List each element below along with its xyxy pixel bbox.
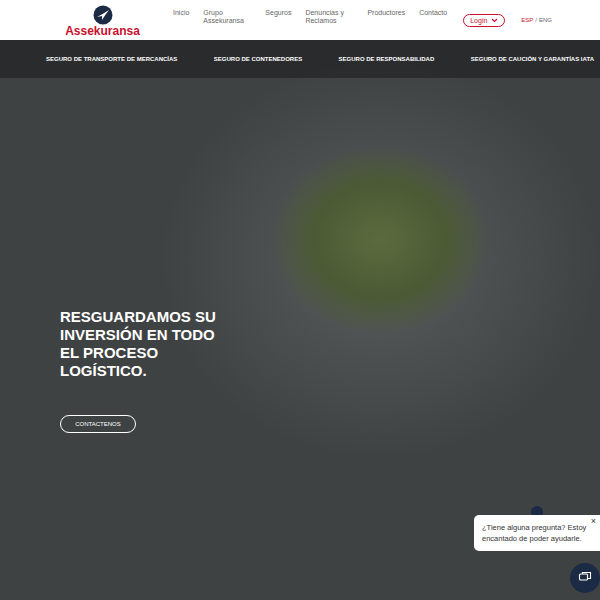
chat-close-button[interactable]: ×: [591, 516, 596, 526]
hero-title: RESGUARDAMOS SU INVERSIÓN EN TODO EL PRO…: [60, 308, 235, 380]
chevron-down-icon: [491, 18, 498, 23]
language-separator: /: [535, 17, 537, 23]
nav-item[interactable]: Denuncias y Reclamos: [305, 9, 353, 25]
hero-content: RESGUARDAMOS SU INVERSIÓN EN TODO EL PRO…: [0, 78, 600, 433]
subnav-item[interactable]: SEGURO DE TRANSPORTE DE MERCANCÍAS: [46, 56, 177, 62]
language-option[interactable]: ENG: [539, 17, 552, 23]
subnav-item[interactable]: SEGURO DE CONTENEDORES: [214, 56, 302, 62]
nav-item[interactable]: Grupo Assekuransa: [203, 9, 251, 25]
main-nav: Inicio Grupo Assekuransa Seguros Denuncias …: [173, 9, 447, 31]
login-button[interactable]: Login: [463, 14, 505, 27]
logo-text: Assekuransa: [65, 25, 140, 38]
login-label: Login: [470, 17, 487, 24]
nav-item[interactable]: Inicio: [173, 9, 189, 17]
page: Assekuransa Inicio Grupo Assekuransa Seguro…: [0, 0, 600, 600]
language-option[interactable]: ESP: [521, 17, 533, 23]
logo[interactable]: Assekuransa: [55, 5, 150, 38]
subnav: SEGURO DE TRANSPORTE DE MERCANCÍAS SEGURO…: [0, 40, 600, 78]
nav-item[interactable]: Productores: [367, 9, 405, 17]
language-switch: ESP/ENG: [521, 17, 543, 24]
nav-item[interactable]: Contacto: [419, 9, 447, 17]
header: Assekuransa Inicio Grupo Assekuransa Seguro…: [0, 0, 600, 40]
chat-message: ¿Tiene alguna pregunta? Estoy encantado …: [482, 522, 588, 544]
chat-bubble: ¿Tiene alguna pregunta? Estoy encantado …: [474, 515, 600, 551]
contact-button[interactable]: CONTACTENOS: [60, 415, 136, 433]
chat-button[interactable]: [570, 563, 600, 593]
plane-logo-icon: [93, 5, 113, 25]
subnav-item[interactable]: SEGURO DE RESPONSABILIDAD: [339, 56, 435, 62]
nav-item[interactable]: Seguros: [265, 9, 291, 17]
subnav-item[interactable]: SEGURO DE CAUCIÓN Y GARANTÍAS IATA: [471, 56, 594, 62]
chat-icon: [578, 571, 592, 585]
